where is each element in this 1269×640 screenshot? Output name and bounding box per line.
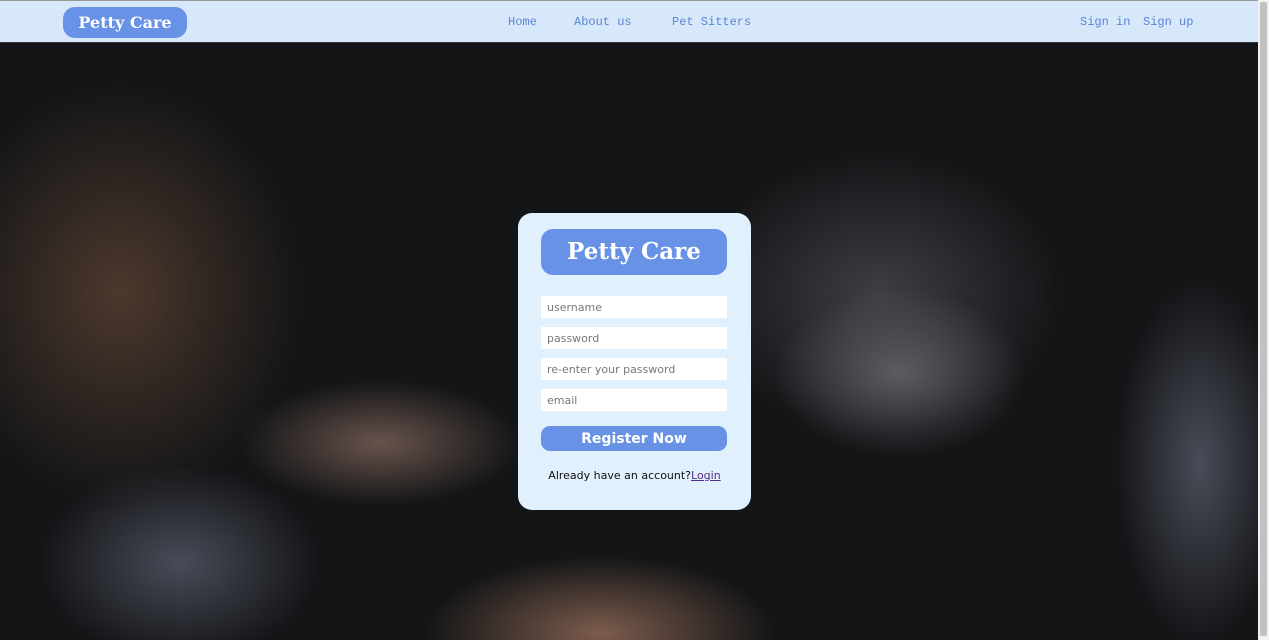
reenter-password-input[interactable] <box>541 358 727 380</box>
nav-sign-up[interactable]: Sign up <box>1143 15 1193 29</box>
register-button[interactable]: Register Now <box>541 426 727 451</box>
nav-home[interactable]: Home <box>508 15 537 29</box>
navbar: Petty Care Home About us Pet Sitters Sig… <box>0 0 1258 43</box>
username-input[interactable] <box>541 296 727 318</box>
login-prompt: Already have an account?Login <box>518 469 751 482</box>
logo[interactable]: Petty Care <box>63 7 187 38</box>
nav-about-us[interactable]: About us <box>574 15 632 29</box>
login-link[interactable]: Login <box>691 469 721 482</box>
email-input[interactable] <box>541 389 727 411</box>
card-logo: Petty Care <box>541 229 727 275</box>
nav-sign-in[interactable]: Sign in <box>1080 15 1130 29</box>
have-account-text: Already have an account? <box>548 469 692 482</box>
register-card: Petty Care Register Now Already have an … <box>518 213 751 510</box>
nav-pet-sitters[interactable]: Pet Sitters <box>672 15 751 29</box>
scrollbar-thumb[interactable] <box>1260 2 1267 636</box>
password-input[interactable] <box>541 327 727 349</box>
